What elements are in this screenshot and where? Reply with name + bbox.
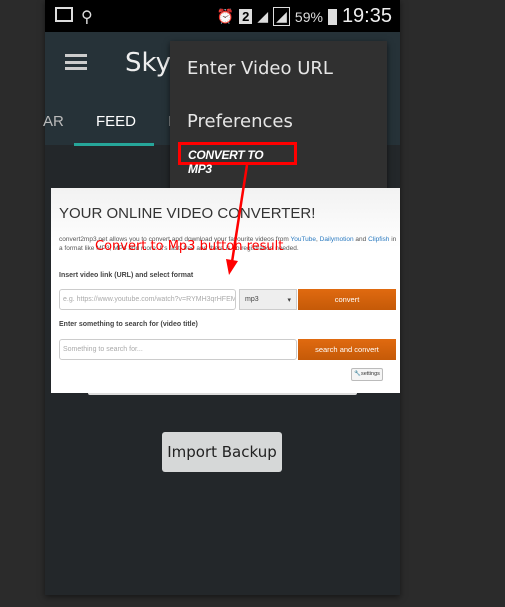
arrow-head — [226, 259, 238, 275]
arrow-shaft — [230, 164, 249, 263]
annotation-arrow — [226, 164, 249, 275]
